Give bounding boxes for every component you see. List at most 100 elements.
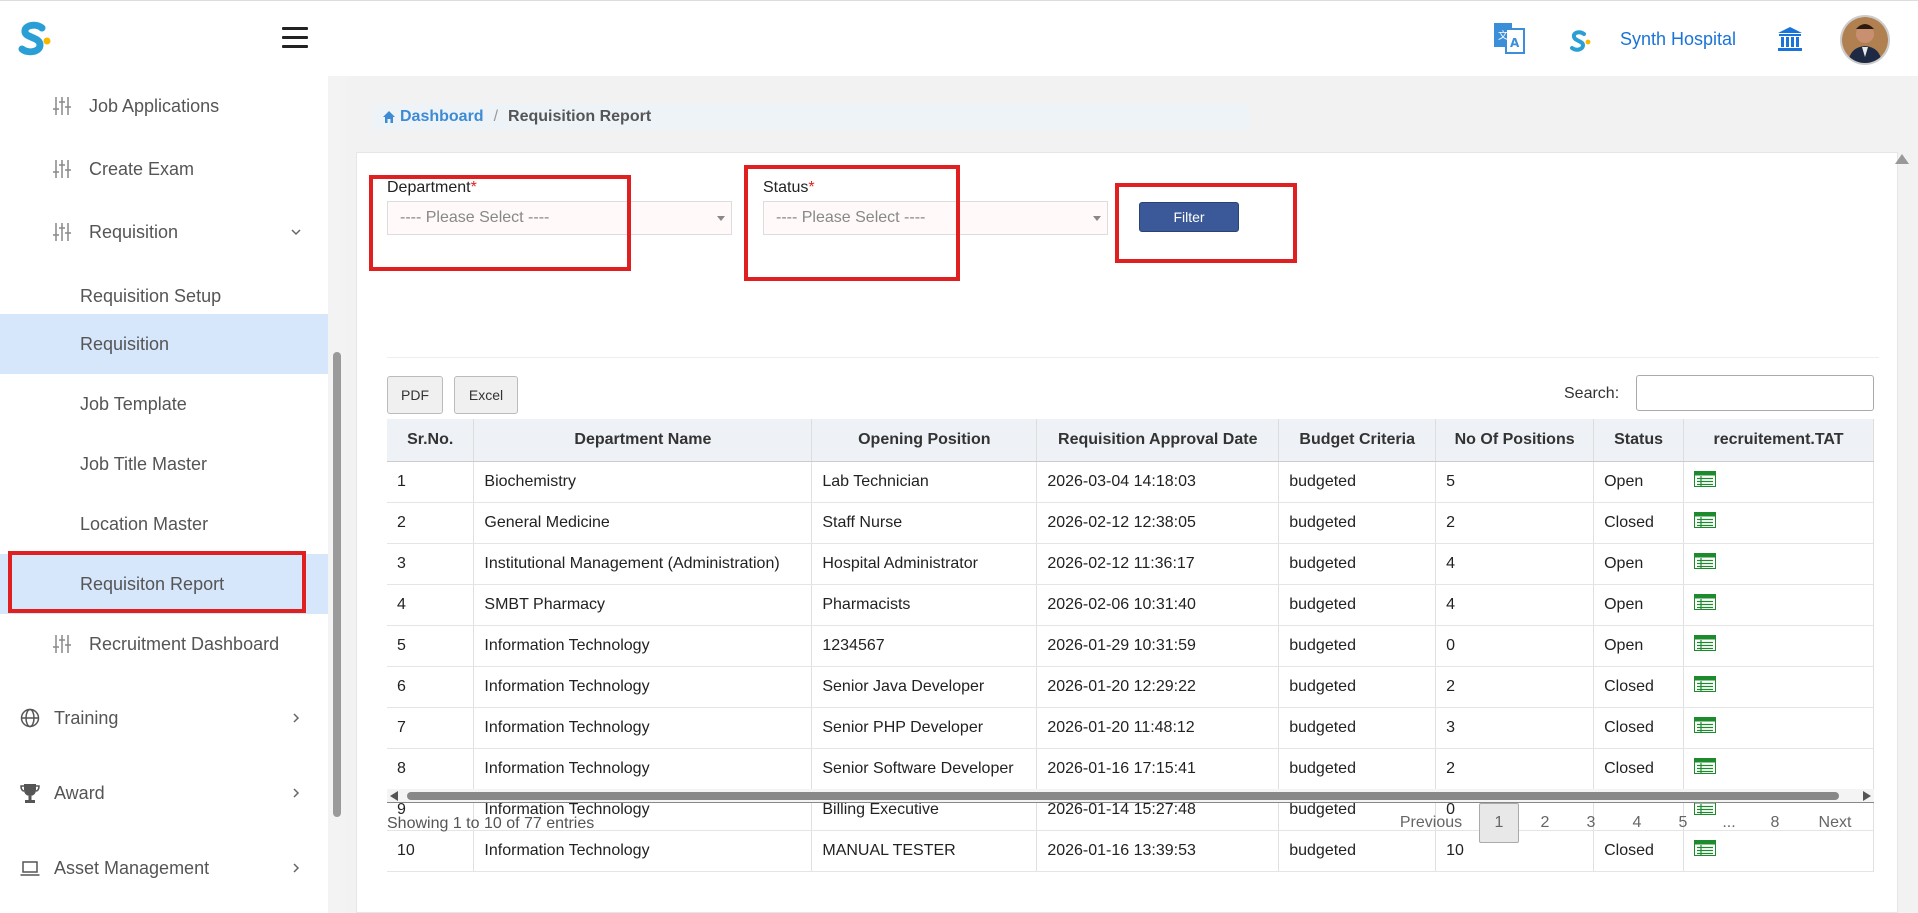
table-cell: General Medicine xyxy=(473,502,813,544)
table-cell: 2 xyxy=(387,502,475,544)
sidebar-item-training[interactable]: Training xyxy=(0,688,328,748)
sidebar-item-award[interactable]: Award xyxy=(0,763,328,823)
table-cell: Senior PHP Developer xyxy=(811,707,1038,749)
search-label: Search: xyxy=(1564,385,1620,402)
table-cell: Open xyxy=(1593,584,1685,626)
sidebar-item-job-title-master[interactable]: Job Title Master xyxy=(0,434,328,494)
sidebar-item-label: Create Exam xyxy=(89,158,195,179)
spreadsheet-icon[interactable] xyxy=(1694,553,1717,569)
sliders-icon xyxy=(53,223,71,241)
table-cell: Information Technology xyxy=(473,748,813,790)
table-cell: 2026-02-12 12:38:05 xyxy=(1036,502,1280,544)
table-row: 2 General Medicine Staff Nurse 2026-02-12 1… xyxy=(387,502,1874,544)
pagination-page[interactable]: 3 xyxy=(1571,803,1611,843)
sidebar-item-label: Requisition xyxy=(80,333,170,354)
trophy-icon xyxy=(20,784,40,803)
scrollbar-thumb[interactable] xyxy=(407,792,1839,800)
sidebar-item-create-exam[interactable]: Create Exam xyxy=(0,139,328,199)
translate-icon[interactable]: 文 A xyxy=(1492,19,1526,57)
app-logo-icon[interactable] xyxy=(14,19,54,59)
table-cell: Senior Software Developer xyxy=(811,748,1038,790)
table-cell: Information Technology xyxy=(473,666,813,708)
table-header-row: Sr.No. Department Name Opening Position … xyxy=(387,419,1874,462)
sidebar-item-label: Training xyxy=(54,707,119,728)
user-avatar[interactable] xyxy=(1840,15,1890,65)
table-cell: 4 xyxy=(1435,543,1595,585)
sidebar-item-job-template[interactable]: Job Template xyxy=(0,374,328,434)
pagination-page[interactable]: 5 xyxy=(1663,803,1703,843)
table-horizontal-scrollbar[interactable] xyxy=(387,789,1874,803)
column-header[interactable]: Department Name xyxy=(473,419,813,462)
table-cell: 1 xyxy=(387,461,475,503)
pagination-next[interactable]: Next xyxy=(1805,803,1865,843)
sidebar-item-recruitment-dashboard[interactable]: Recruitment Dashboard xyxy=(0,614,328,674)
table-cell: budgeted xyxy=(1278,707,1437,749)
institution-icon[interactable] xyxy=(1776,25,1804,53)
sidebar-item-job-applications[interactable]: Job Applications xyxy=(0,76,328,136)
sidebar-item-location-master[interactable]: Location Master xyxy=(0,494,328,554)
menu-toggle-icon[interactable] xyxy=(282,27,308,49)
pdf-button[interactable]: PDF xyxy=(387,376,443,414)
pagination-page[interactable]: 2 xyxy=(1525,803,1565,843)
sidebar-item-label: Location Master xyxy=(80,513,209,534)
column-header[interactable]: Opening Position xyxy=(811,419,1038,462)
chevron-right-icon xyxy=(293,713,300,723)
sidebar-scrollbar[interactable] xyxy=(333,352,341,817)
pagination-page[interactable]: 8 xyxy=(1755,803,1795,843)
home-icon[interactable] xyxy=(382,110,396,124)
scroll-left-icon[interactable] xyxy=(390,791,398,801)
spreadsheet-icon[interactable] xyxy=(1694,594,1717,610)
table-row: 6 Information Technology Senior Java Devel… xyxy=(387,666,1874,708)
table-info: Showing 1 to 10 of 77 entries xyxy=(387,815,595,832)
search-input[interactable] xyxy=(1636,375,1874,411)
sidebar-item-asset-management[interactable]: Asset Management xyxy=(0,838,328,898)
table-cell xyxy=(1683,707,1874,749)
report-card: Department* ---- Please Select ---- Stat… xyxy=(356,152,1898,913)
table-row: 8 Information Technology Senior Software D… xyxy=(387,748,1874,790)
table-cell: 2026-02-06 10:31:40 xyxy=(1036,584,1280,626)
table-cell: Closed xyxy=(1593,666,1685,708)
pagination-page[interactable]: 1 xyxy=(1479,803,1519,843)
dropdown-arrow-icon xyxy=(717,216,725,221)
hospital-logo-icon xyxy=(1570,30,1591,52)
scroll-up-icon[interactable] xyxy=(1895,154,1909,164)
table-cell: Senior Java Developer xyxy=(811,666,1038,708)
pagination-previous[interactable]: Previous xyxy=(1393,803,1469,843)
column-header[interactable]: Status xyxy=(1593,419,1685,462)
table-cell: 10 xyxy=(387,830,475,872)
breadcrumb-separator: / xyxy=(493,108,499,125)
column-header[interactable]: recruitement.TAT xyxy=(1683,419,1874,462)
spreadsheet-icon[interactable] xyxy=(1694,512,1717,528)
dropdown-arrow-icon xyxy=(1093,216,1101,221)
table-cell: Biochemistry xyxy=(473,461,813,503)
scroll-right-icon[interactable] xyxy=(1863,791,1871,801)
table-row: 4 SMBT Pharmacy Pharmacists 2026-02-06 10:3… xyxy=(387,584,1874,626)
column-header[interactable]: Budget Criteria xyxy=(1278,419,1437,462)
table-cell xyxy=(1683,666,1874,708)
pagination-page[interactable]: 4 xyxy=(1617,803,1657,843)
spreadsheet-icon[interactable] xyxy=(1694,717,1717,733)
table-cell: Closed xyxy=(1593,502,1685,544)
table-cell: 2026-03-04 14:18:03 xyxy=(1036,461,1280,503)
chevron-right-icon xyxy=(293,863,300,873)
sliders-icon xyxy=(53,97,71,115)
svg-text:文: 文 xyxy=(1498,29,1508,42)
spreadsheet-icon[interactable] xyxy=(1694,758,1717,774)
table-cell xyxy=(1683,748,1874,790)
spreadsheet-icon[interactable] xyxy=(1694,635,1717,651)
column-header[interactable]: Requisition Approval Date xyxy=(1036,419,1280,462)
pagination-ellipsis: ... xyxy=(1722,814,1736,831)
spreadsheet-icon[interactable] xyxy=(1694,676,1717,692)
excel-button[interactable]: Excel xyxy=(454,376,518,414)
table-cell: 2026-01-16 17:15:41 xyxy=(1036,748,1280,790)
breadcrumb-home[interactable]: Dashboard xyxy=(400,108,484,126)
highlight-box xyxy=(1115,183,1297,263)
column-header[interactable]: Sr.No. xyxy=(387,419,475,462)
highlight-box xyxy=(369,175,631,271)
column-header[interactable]: No Of Positions xyxy=(1435,419,1595,462)
hospital-name[interactable]: Synth Hospital xyxy=(1620,29,1736,50)
sidebar-item-requisition-group[interactable]: Requisition xyxy=(0,202,328,262)
spreadsheet-icon[interactable] xyxy=(1694,471,1717,487)
sidebar-item-requisition[interactable]: Requisition xyxy=(0,314,328,374)
sidebar-item-label: Requisition xyxy=(89,221,179,242)
